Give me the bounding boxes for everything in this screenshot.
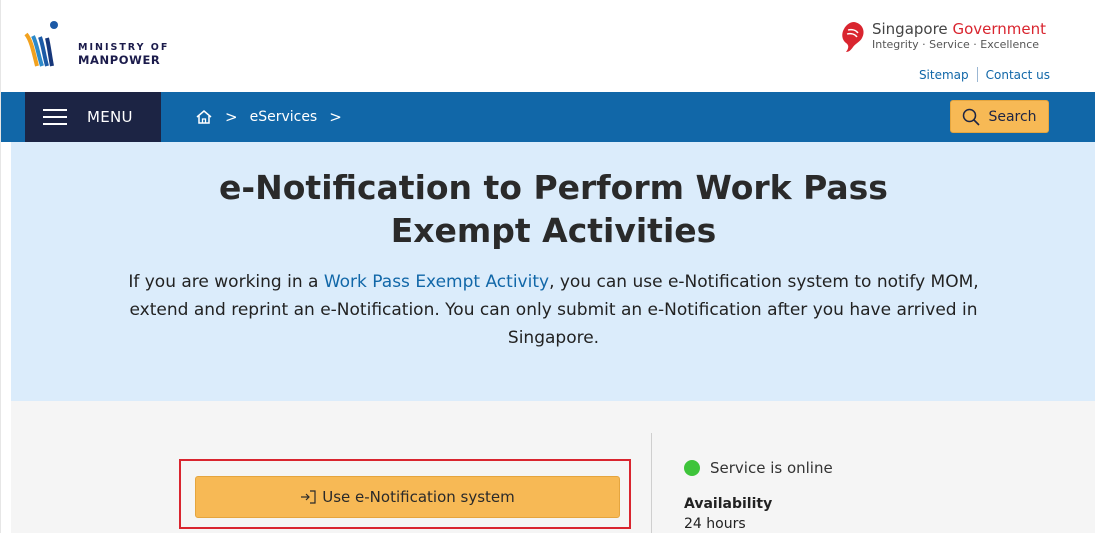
availability-value: 24 hours (684, 516, 746, 532)
mom-logo-line2: MANPOWER (78, 53, 161, 67)
mom-logo-text: MINISTRY OF MANPOWER (78, 42, 169, 66)
hero-intro: If you are working in a Work Pass Exempt… (11, 268, 1095, 352)
sitemap-link[interactable]: Sitemap (919, 68, 969, 82)
hero-banner: e-Notification to Perform Work Pass Exem… (11, 142, 1095, 401)
sg-lion-icon (842, 22, 864, 52)
service-status: Service is online (684, 459, 833, 477)
breadcrumb-separator: > (225, 108, 238, 126)
sg-gov-tagline: Integrity · Service · Excellence (871, 38, 1040, 51)
menu-label: MENU (87, 108, 133, 126)
breadcrumb: > eServices > (195, 92, 354, 142)
status-dot-icon (684, 460, 700, 476)
utility-links: Sitemap Contact us (919, 67, 1050, 82)
sg-title-singapore: Singapore (871, 20, 948, 38)
sg-gov-branding[interactable]: Singapore Government Integrity · Service… (842, 20, 1046, 56)
site-header: MINISTRY OF MANPOWER Singapore Governmen… (1, 0, 1095, 92)
breadcrumb-separator: > (329, 108, 342, 126)
sg-gov-title: Singapore Government (872, 20, 1046, 38)
mom-logo[interactable]: MINISTRY OF MANPOWER (23, 20, 193, 68)
use-e-notification-button[interactable]: Use e-Notification system (195, 476, 620, 518)
contact-us-link[interactable]: Contact us (986, 68, 1050, 82)
availability-heading: Availability (684, 496, 773, 512)
cta-label: Use e-Notification system (322, 488, 515, 506)
mom-logo-icon (24, 21, 58, 67)
login-icon (301, 490, 316, 504)
status-text: Service is online (710, 459, 833, 477)
service-section: Use e-Notification system Service is onl… (11, 401, 1095, 533)
page-title: e-Notification to Perform Work Pass Exem… (219, 168, 888, 250)
work-pass-exempt-activity-link[interactable]: Work Pass Exempt Activity (324, 272, 549, 292)
menu-button[interactable]: MENU (25, 92, 161, 142)
home-icon[interactable] (195, 108, 213, 126)
search-label: Search (988, 108, 1037, 125)
page: MINISTRY OF MANPOWER Singapore Governmen… (0, 0, 1095, 533)
vertical-divider (651, 433, 652, 533)
hamburger-icon (43, 109, 67, 125)
search-icon (963, 108, 981, 126)
main-navbar: MENU > eServices > Search (1, 92, 1095, 142)
utility-divider (976, 67, 978, 82)
sg-title-government: Government (952, 20, 1046, 38)
breadcrumb-eservices[interactable]: eServices (250, 109, 318, 125)
intro-text-before: If you are working in a (128, 272, 324, 292)
search-button[interactable]: Search (950, 100, 1049, 133)
